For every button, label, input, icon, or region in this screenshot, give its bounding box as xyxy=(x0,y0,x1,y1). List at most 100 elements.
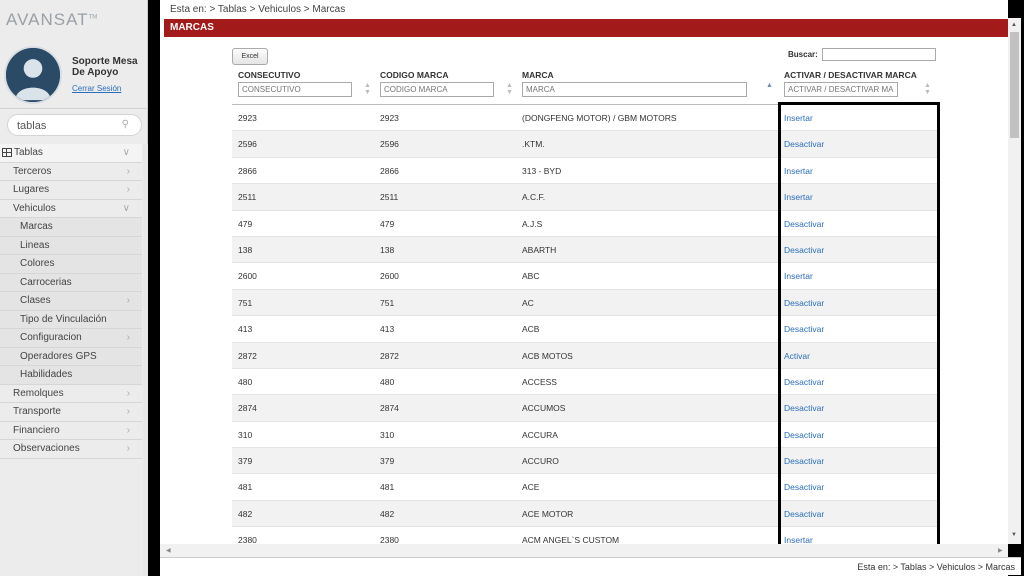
table-cell: 751 xyxy=(238,297,253,308)
table-cell: ACCURA xyxy=(522,429,558,440)
excel-export-button[interactable]: Excel xyxy=(232,48,268,65)
table-icon xyxy=(2,148,12,157)
column-header-activar-desactivar[interactable]: ACTIVAR / DESACTIVAR MARCA ▲▼ xyxy=(784,70,934,104)
chevron-down-icon: ∨ xyxy=(122,202,130,214)
table-cell: ABARTH xyxy=(522,244,557,255)
column-header-marca[interactable]: MARCA ▲ xyxy=(522,70,780,104)
table-cell: A.C.F. xyxy=(522,192,546,203)
table-cell: 480 xyxy=(380,376,395,387)
sidebar-item-configuracion[interactable]: Configuracion › xyxy=(0,329,142,348)
column-highlight-box xyxy=(778,102,940,548)
sidebar-item-marcas[interactable]: Marcas xyxy=(0,218,142,237)
sidebar-item-lugares[interactable]: Lugares › xyxy=(0,181,142,200)
scroll-right-icon[interactable]: ▶ xyxy=(998,547,1003,554)
table-cell: 482 xyxy=(238,508,253,519)
chevron-right-icon: › xyxy=(126,332,130,343)
table-cell: ACE MOTOR xyxy=(522,508,574,519)
menu-search[interactable]: ⚲ xyxy=(7,114,142,136)
sidebar-item-remolques[interactable]: Remolques › xyxy=(0,384,142,403)
table-cell: (DONGFENG MOTOR) / GBM MOTORS xyxy=(522,113,677,123)
sidebar-item-label: Tipo de Vinculación xyxy=(20,313,107,325)
table-cell: 2511 xyxy=(238,192,257,203)
table-cell: 138 xyxy=(380,244,395,255)
table-cell: 310 xyxy=(238,429,253,440)
sort-icon[interactable]: ▲ ▼ xyxy=(506,82,513,96)
sort-icon[interactable]: ▲ ▼ xyxy=(364,82,371,96)
horizontal-scrollbar[interactable]: ◀ ▶ xyxy=(160,544,1008,557)
user-silhouette-icon xyxy=(6,48,60,102)
sidebar-item-terceros[interactable]: Terceros › xyxy=(0,162,142,181)
app-logo: AVANSATTM xyxy=(6,10,98,29)
menu-search-input[interactable] xyxy=(17,118,117,133)
table-cell: 2923 xyxy=(238,113,257,123)
sidebar-item-habilidades[interactable]: Habilidades xyxy=(0,366,142,385)
table-cell: 2596 xyxy=(380,139,399,150)
sidebar-item-label: Operadores GPS xyxy=(20,350,97,362)
table-cell: 2923 xyxy=(380,113,399,123)
sidebar: AVANSATTM Soporte Mesa De Apoyo Cerrar S… xyxy=(0,0,148,576)
scroll-down-icon[interactable]: ▼ xyxy=(1011,532,1017,538)
column-header-consecutivo[interactable]: CONSECUTIVO ▲▼ xyxy=(238,70,376,104)
search-icon[interactable]: ⚲ xyxy=(122,119,129,130)
table-search-input[interactable] xyxy=(822,48,936,61)
chevron-right-icon: › xyxy=(126,387,130,399)
sidebar-item-carrocerias[interactable]: Carrocerias xyxy=(0,273,142,292)
sidebar-item-financiero[interactable]: Financiero › xyxy=(0,421,142,440)
sidebar-divider xyxy=(0,108,148,109)
table-cell: 479 xyxy=(238,218,253,229)
sort-icon[interactable]: ▲ ▼ xyxy=(924,82,931,96)
chevron-right-icon: › xyxy=(126,443,130,454)
panel-title-bar: MARCAS xyxy=(164,19,1008,37)
column-header-codigo-marca[interactable]: CODIGO MARCA ▲▼ xyxy=(380,70,518,104)
filter-activar-desactivar[interactable] xyxy=(784,82,898,97)
table-cell: 2596 xyxy=(238,139,257,150)
filter-codigo-marca[interactable] xyxy=(380,82,494,97)
sidebar-item-label: Clases xyxy=(20,295,51,306)
chevron-right-icon: › xyxy=(126,406,130,417)
table-cell: 2600 xyxy=(380,271,399,282)
sidebar-item-label: Financiero xyxy=(13,424,60,436)
sidebar-item-label: Habilidades xyxy=(20,369,73,380)
sidebar-item-label: Observaciones xyxy=(13,443,80,454)
table-cell: 2380 xyxy=(238,535,257,544)
logout-link[interactable]: Cerrar Sesión xyxy=(72,84,121,93)
sidebar-item-label: Lineas xyxy=(20,239,50,251)
scroll-left-icon[interactable]: ◀ xyxy=(166,547,171,554)
table-cell: ACB xyxy=(522,324,540,335)
vertical-scrollbar[interactable]: ▲ ▼ xyxy=(1008,18,1021,544)
breadcrumb: Esta en: > Tablas > Vehiculos > Marcas xyxy=(170,4,346,15)
scroll-up-icon[interactable]: ▲ xyxy=(1011,22,1017,28)
sort-ascending-icon[interactable]: ▲ xyxy=(766,82,773,89)
sidebar-item-colores[interactable]: Colores xyxy=(0,255,142,274)
sidebar-item-transporte[interactable]: Transporte › xyxy=(0,403,142,422)
table-cell: 379 xyxy=(380,456,395,467)
user-name: Soporte Mesa De Apoyo xyxy=(72,56,138,78)
table-cell: ACCESS xyxy=(522,376,557,387)
chevron-right-icon: › xyxy=(126,184,130,195)
table-cell: ACB MOTOS xyxy=(522,350,573,361)
scrollbar-thumb[interactable] xyxy=(1010,32,1019,138)
sidebar-item-lineas[interactable]: Lineas xyxy=(0,236,142,255)
sidebar-item-operadores-gps[interactable]: Operadores GPS xyxy=(0,347,142,366)
sidebar-item-tipo-de-vinculaci-n[interactable]: Tipo de Vinculación xyxy=(0,310,142,329)
sidebar-item-clases[interactable]: Clases › xyxy=(0,292,142,311)
sidebar-item-label: Lugares xyxy=(13,184,50,195)
table-cell: 2872 xyxy=(380,350,399,361)
filter-consecutivo[interactable] xyxy=(238,82,352,97)
sidebar-item-observaciones[interactable]: Observaciones › xyxy=(0,440,142,459)
table-cell: 481 xyxy=(238,482,253,493)
table-cell: 2872 xyxy=(238,350,257,361)
table-cell: 481 xyxy=(380,482,395,493)
sidebar-item-tablas[interactable]: Tablas ∨ xyxy=(0,144,142,163)
table-cell: 2874 xyxy=(238,403,257,414)
panel-title: MARCAS xyxy=(170,22,214,33)
sidebar-item-label: Tablas xyxy=(14,147,43,158)
table-header: CONSECUTIVO ▲▼ CODIGO MARCA ▲▼ MARCA ▲ A… xyxy=(232,67,937,105)
table-cell: ACM ANGEL`S CUSTOM xyxy=(522,535,620,544)
sidebar-scrollbar[interactable] xyxy=(143,144,148,576)
filter-marca[interactable] xyxy=(522,82,747,97)
table-cell: 379 xyxy=(238,456,253,467)
table-cell: 751 xyxy=(380,297,395,308)
sidebar-item-vehiculos[interactable]: Vehiculos ∨ xyxy=(0,199,142,218)
table-search-label: Buscar: xyxy=(788,50,818,59)
